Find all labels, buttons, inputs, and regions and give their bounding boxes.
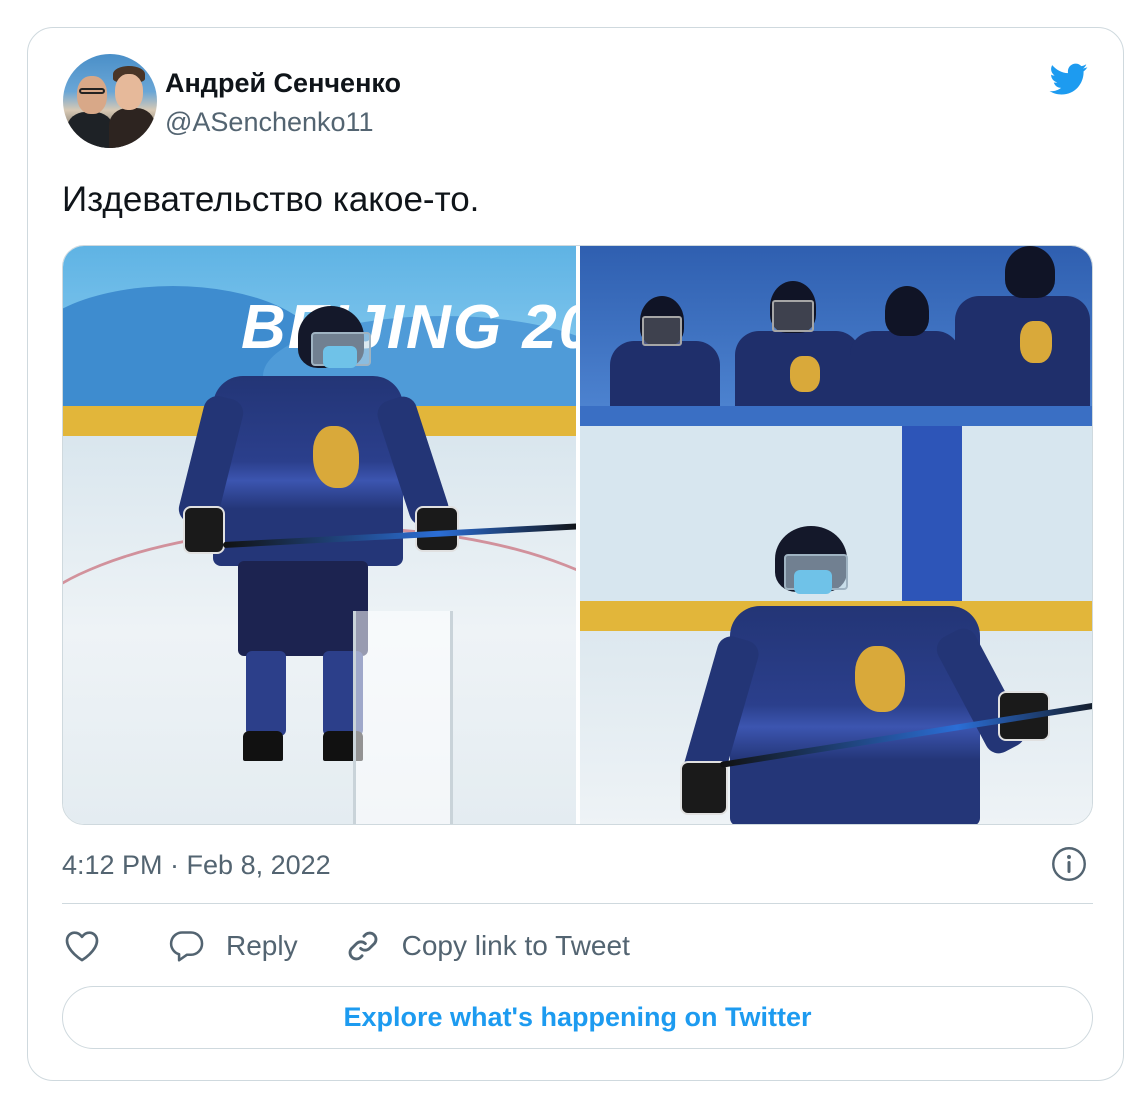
- twitter-bird-icon[interactable]: [1046, 60, 1092, 98]
- like-button[interactable]: [62, 926, 102, 966]
- bench-player: [600, 296, 720, 411]
- player-glove: [183, 506, 225, 554]
- reply-button[interactable]: Reply: [168, 927, 298, 965]
- bench-player-body: [610, 341, 720, 411]
- tweet-actions: Reply Copy link to Tweet: [62, 924, 630, 968]
- hockey-player: [680, 526, 1092, 824]
- heart-icon: [65, 931, 99, 962]
- bench-wall: [580, 406, 1092, 426]
- divider: [62, 903, 1093, 904]
- reply-label: Reply: [226, 930, 298, 961]
- author-block[interactable]: Андрей Сенченко @ASenchenko11: [165, 68, 401, 137]
- bench-player-cage: [772, 300, 814, 332]
- tweet-text: Издевательство какое-то.: [62, 180, 480, 219]
- copy-link-button[interactable]: Copy link to Tweet: [344, 927, 630, 965]
- avatar-person-right: [109, 108, 155, 148]
- tweet-card: Андрей Сенченко @ASenchenko11 Издеватель…: [27, 27, 1124, 1081]
- player-face-mask: [323, 346, 357, 368]
- author-name[interactable]: Андрей Сенченко: [165, 68, 401, 98]
- player-skate: [243, 731, 283, 761]
- tweet-media[interactable]: BEIJING 20: [62, 245, 1093, 825]
- photo-right[interactable]: [580, 246, 1092, 824]
- bench-player: [730, 276, 860, 411]
- info-icon[interactable]: [1051, 846, 1087, 882]
- player-glove: [680, 761, 728, 815]
- photo-left[interactable]: BEIJING 20: [63, 246, 576, 824]
- glass-panel: [353, 611, 453, 824]
- tweet-timestamp[interactable]: 4:12 PM · Feb 8, 2022: [62, 849, 331, 881]
- avatar-face-left: [77, 76, 107, 114]
- link-icon: [348, 931, 377, 961]
- bench-player-lion: [790, 356, 820, 392]
- bench-player-helmet: [1005, 246, 1055, 298]
- explore-button[interactable]: Explore what's happening on Twitter: [62, 986, 1093, 1049]
- bench-player: [950, 246, 1092, 406]
- bench-player-body: [850, 331, 960, 411]
- player-pants: [238, 561, 368, 656]
- copy-link-label: Copy link to Tweet: [401, 930, 630, 961]
- player-face-mask: [794, 570, 832, 594]
- bench-player-cage: [642, 316, 682, 346]
- bench-player-helmet: [885, 286, 929, 336]
- jersey-lion-emblem: [855, 646, 905, 712]
- player-leg: [246, 651, 286, 736]
- avatar[interactable]: [63, 54, 157, 148]
- avatar-person-left: [67, 112, 113, 148]
- avatar-glasses: [79, 88, 105, 94]
- bench-player: [850, 286, 960, 411]
- avatar-face-right: [115, 74, 143, 110]
- bench-player-lion: [1020, 321, 1052, 363]
- reply-bubble-icon: [169, 931, 204, 962]
- author-handle[interactable]: @ASenchenko11: [165, 107, 401, 137]
- jersey-lion-emblem: [313, 426, 359, 488]
